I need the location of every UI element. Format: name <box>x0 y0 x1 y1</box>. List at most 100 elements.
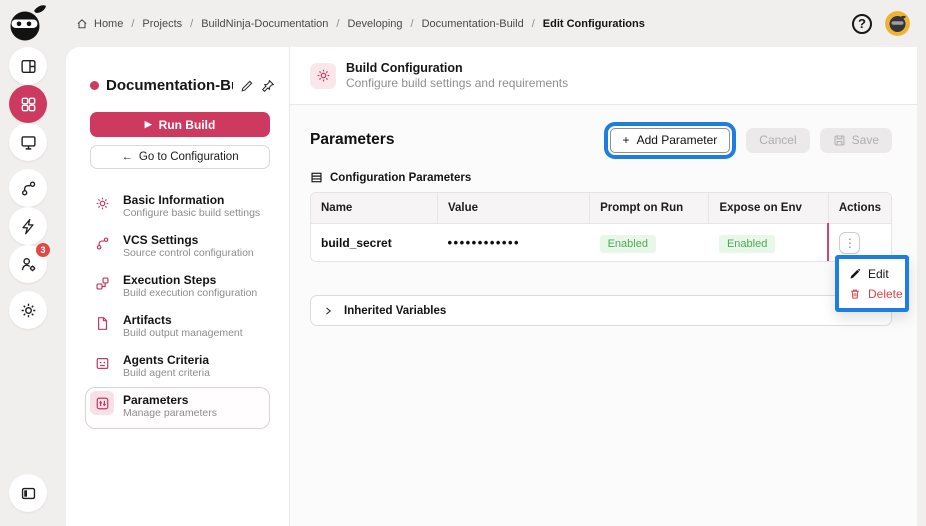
nav-item-desc: Build execution configuration <box>123 287 257 300</box>
pin-icon[interactable] <box>261 79 275 93</box>
add-parameter-label: Add Parameter <box>637 133 718 147</box>
rail-item-collapse-panel[interactable] <box>9 474 47 512</box>
breadcrumb-edit-configurations: Edit Configurations <box>539 18 649 30</box>
row-actions-kebab-button[interactable]: ⋮ <box>839 232 860 254</box>
steps-blocks-icon <box>90 271 114 295</box>
add-parameter-button[interactable]: + Add Parameter <box>610 128 731 153</box>
agents-count-badge: 3 <box>36 243 50 257</box>
help-icon[interactable]: ? <box>852 14 872 34</box>
nav-item-artifacts[interactable]: Artifacts Build output management <box>85 307 270 347</box>
col-name: Name <box>311 193 437 224</box>
expose-on-env-badge: Enabled <box>719 235 775 253</box>
rail-item-settings[interactable] <box>9 291 47 329</box>
rail-item-monitor[interactable] <box>9 123 47 161</box>
run-build-label: Run Build <box>159 118 216 132</box>
nav-item-desc: Build output management <box>123 327 243 340</box>
nav-item-agents-criteria[interactable]: Agents Criteria Build agent criteria <box>85 347 270 387</box>
page-title: Build Configuration <box>346 60 568 76</box>
breadcrumb-projects[interactable]: Projects <box>138 18 197 30</box>
panel-toggle-icon <box>20 485 37 502</box>
inherited-variables-toggle[interactable]: Inherited Variables <box>310 295 892 326</box>
plus-icon: + <box>623 133 630 147</box>
nav-item-parameters[interactable]: Parameters Manage parameters <box>85 387 270 429</box>
lightning-icon <box>20 218 37 235</box>
topbar: Home Projects BuildNinja-Documentation D… <box>66 0 926 47</box>
col-expose-on-env: Expose on Env <box>709 193 828 224</box>
col-actions: Actions <box>828 193 891 224</box>
apps-grid-icon <box>20 96 37 113</box>
chevron-right-icon <box>323 306 333 316</box>
user-avatar[interactable] <box>885 11 910 36</box>
menu-item-delete[interactable]: Delete <box>839 284 905 304</box>
nav-item-basic-information[interactable]: Basic Information Configure basic build … <box>85 187 270 227</box>
nav-item-vcs-settings[interactable]: VCS Settings Source control configuratio… <box>85 227 270 267</box>
dashboard-layout-icon <box>20 58 37 75</box>
nav-item-desc: Manage parameters <box>123 407 217 420</box>
param-name: build_secret <box>311 224 437 262</box>
nav-item-desc: Configure basic build settings <box>123 207 260 220</box>
rail-item-builds[interactable] <box>9 207 47 245</box>
build-configuration-header: Build Configuration Configure build sett… <box>290 47 917 105</box>
inherited-variables-label: Inherited Variables <box>344 305 446 317</box>
save-floppy-icon <box>833 134 846 147</box>
parameters-table: Name Value Prompt on Run Expose on Env A… <box>310 192 892 262</box>
topbar-actions: ? <box>852 11 910 36</box>
play-icon: ▶ <box>145 120 152 129</box>
rail-item-vcs[interactable] <box>9 169 47 207</box>
rail-item-projects[interactable] <box>9 85 47 123</box>
main-area: Build Configuration Configure build sett… <box>290 47 917 526</box>
gear-icon <box>20 302 37 319</box>
nav-item-desc: Build agent criteria <box>123 367 210 380</box>
save-button[interactable]: Save <box>820 128 892 153</box>
monitor-icon <box>20 134 37 151</box>
nav-item-label: Artifacts <box>123 311 243 327</box>
edit-pencil-icon <box>849 268 861 280</box>
config-nav: Basic Information Configure basic build … <box>66 187 289 429</box>
status-dot <box>90 81 99 90</box>
nav-item-label: VCS Settings <box>123 231 254 247</box>
table-row: build_secret •••••••••••• Enabled Enable… <box>311 224 891 262</box>
nav-item-label: Agents Criteria <box>123 351 210 367</box>
goto-configuration-button[interactable]: ← Go to Configuration <box>90 145 270 169</box>
delete-trash-icon <box>849 288 861 300</box>
home-icon <box>76 18 88 30</box>
breadcrumb-buildninja-documentation[interactable]: BuildNinja-Documentation <box>197 18 343 30</box>
rail-item-dashboard[interactable] <box>9 47 47 85</box>
git-branch-icon <box>20 180 37 197</box>
document-icon <box>90 311 114 335</box>
table-header-row: Name Value Prompt on Run Expose on Env A… <box>311 193 891 224</box>
agent-card-icon <box>90 351 114 375</box>
parameters-sliders-icon <box>90 391 114 415</box>
col-prompt-on-run: Prompt on Run <box>590 193 709 224</box>
build-config-title: Documentation-Bu... <box>106 77 233 94</box>
menu-item-edit[interactable]: Edit <box>839 264 905 284</box>
nav-item-desc: Source control configuration <box>123 247 254 260</box>
panel-title-row: Documentation-Bu... <box>66 77 289 94</box>
edit-title-icon[interactable] <box>240 79 254 93</box>
param-value-masked: •••••••••••• <box>437 224 589 262</box>
arrow-left-icon: ← <box>121 151 133 163</box>
parameters-content: Parameters + Add Parameter Cancel Save <box>290 105 917 526</box>
table-rows-icon <box>310 171 323 184</box>
nav-item-label: Execution Steps <box>123 271 257 287</box>
breadcrumb-developing[interactable]: Developing <box>343 18 417 30</box>
col-value: Value <box>437 193 589 224</box>
nav-item-execution-steps[interactable]: Execution Steps Build execution configur… <box>85 267 270 307</box>
cancel-button[interactable]: Cancel <box>746 128 809 153</box>
breadcrumb-home[interactable]: Home <box>90 18 138 30</box>
gear-icon <box>90 191 114 215</box>
gear-icon <box>310 63 336 89</box>
save-label: Save <box>852 133 879 147</box>
run-build-button[interactable]: ▶ Run Build <box>90 112 270 137</box>
icon-rail: 3 <box>0 0 56 526</box>
breadcrumb: Home Projects BuildNinja-Documentation D… <box>76 18 649 30</box>
row-actions-menu: Edit Delete <box>835 255 909 312</box>
nav-item-label: Basic Information <box>123 191 260 207</box>
app-logo-ninja-icon[interactable] <box>5 3 49 43</box>
main-card: Documentation-Bu... ▶ Run Build ← Go to … <box>66 47 917 526</box>
goto-configuration-label: Go to Configuration <box>139 151 239 163</box>
breadcrumb-documentation-build[interactable]: Documentation-Build <box>418 18 539 30</box>
section-title: Parameters <box>310 131 394 149</box>
rail-item-agents[interactable]: 3 <box>9 245 47 283</box>
page-subtitle: Configure build settings and requirement… <box>346 76 568 91</box>
